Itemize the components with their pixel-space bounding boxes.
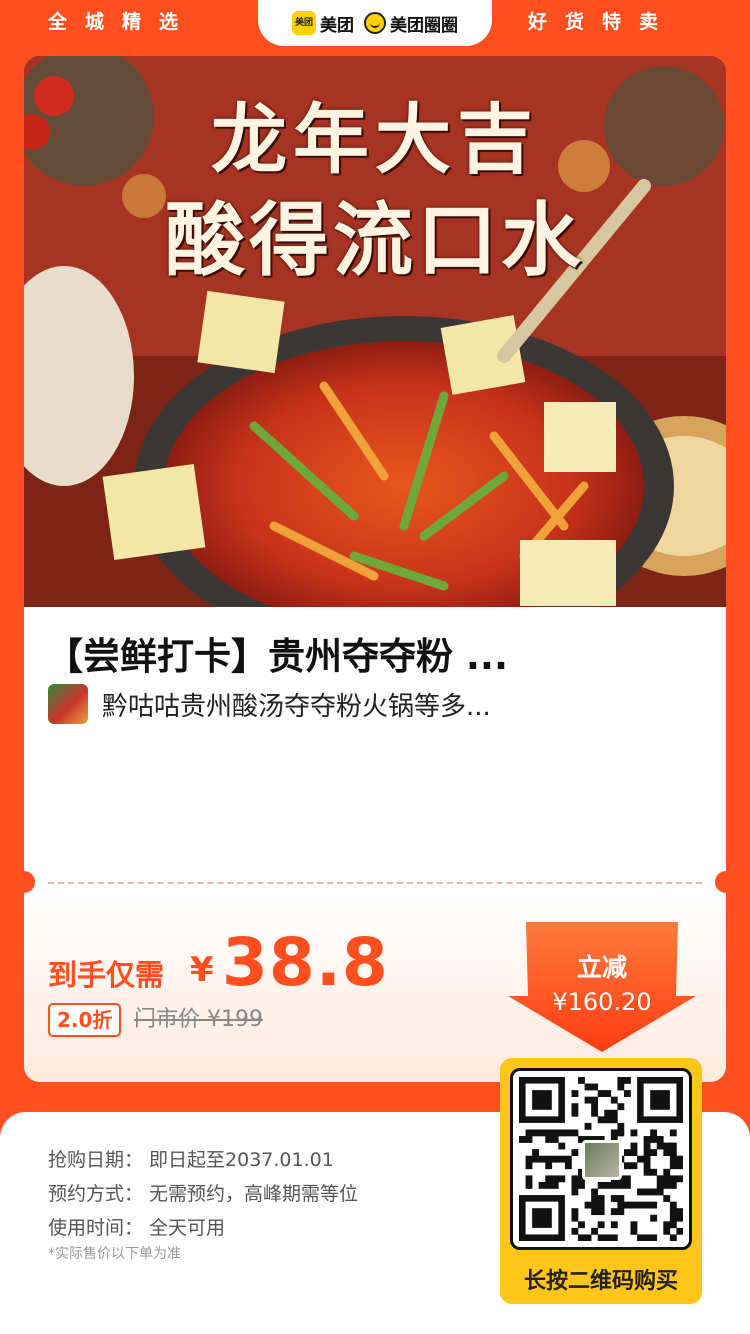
original-price: 门市价 ¥199 xyxy=(134,1007,263,1032)
header-bar: 全城精选 美团 美团 美团圈圈 好货特卖 xyxy=(0,0,750,48)
shop-name: 黔咕咕贵州酸汤夺夺粉火锅等多... xyxy=(102,691,491,722)
save-arrow-icon xyxy=(508,922,696,1052)
brand-meituan: 美团 xyxy=(320,15,354,36)
brand-quanquan: 美团圈圈 xyxy=(390,15,458,36)
hero-image[interactable]: 龙年大吉 酸得流口水 xyxy=(24,56,726,607)
shop-row[interactable]: 黔咕咕贵州酸汤夺夺粉火锅等多... xyxy=(48,684,708,724)
hero-headline-2: 酸得流口水 xyxy=(165,194,585,287)
hero-headline-1: 龙年大吉 xyxy=(211,95,539,184)
info-row-date: 抢购日期： 即日起至2037.01.01 xyxy=(48,1149,334,1171)
qr-center-avatar xyxy=(582,1140,622,1180)
qr-caption: 长按二维码购买 xyxy=(523,1269,678,1294)
price-value: 38.8 xyxy=(222,924,389,1001)
brand-tab: 美团 美团 美团圈圈 xyxy=(258,0,492,46)
info-row-hours: 使用时间： 全天可用 xyxy=(48,1217,226,1239)
smile-logo-icon xyxy=(364,12,386,34)
price-disclaimer: *实际售价以下单为准 xyxy=(48,1246,181,1262)
meituan-logo-icon: 美团 xyxy=(292,11,316,35)
ticket-notch-right xyxy=(715,871,737,893)
price-currency: ¥ xyxy=(190,950,214,990)
ticket-notch-left xyxy=(13,871,35,893)
info-row-reservation: 预约方式： 无需预约，高峰期需等位 xyxy=(48,1183,359,1205)
deal-title[interactable]: 【尝鲜打卡】贵州夺夺粉 ... xyxy=(46,626,706,680)
price-label: 到手仅需 xyxy=(48,958,165,992)
discount-badge: 2.0折 xyxy=(48,1003,122,1037)
shop-thumbnail-icon xyxy=(48,684,88,724)
header-left-text: 全城精选 xyxy=(48,11,197,33)
header-right-text: 好货特卖 xyxy=(528,11,677,33)
save-label: 立减 xyxy=(576,953,627,982)
dashed-divider xyxy=(48,882,702,884)
save-amount: ¥160.20 xyxy=(552,988,652,1016)
